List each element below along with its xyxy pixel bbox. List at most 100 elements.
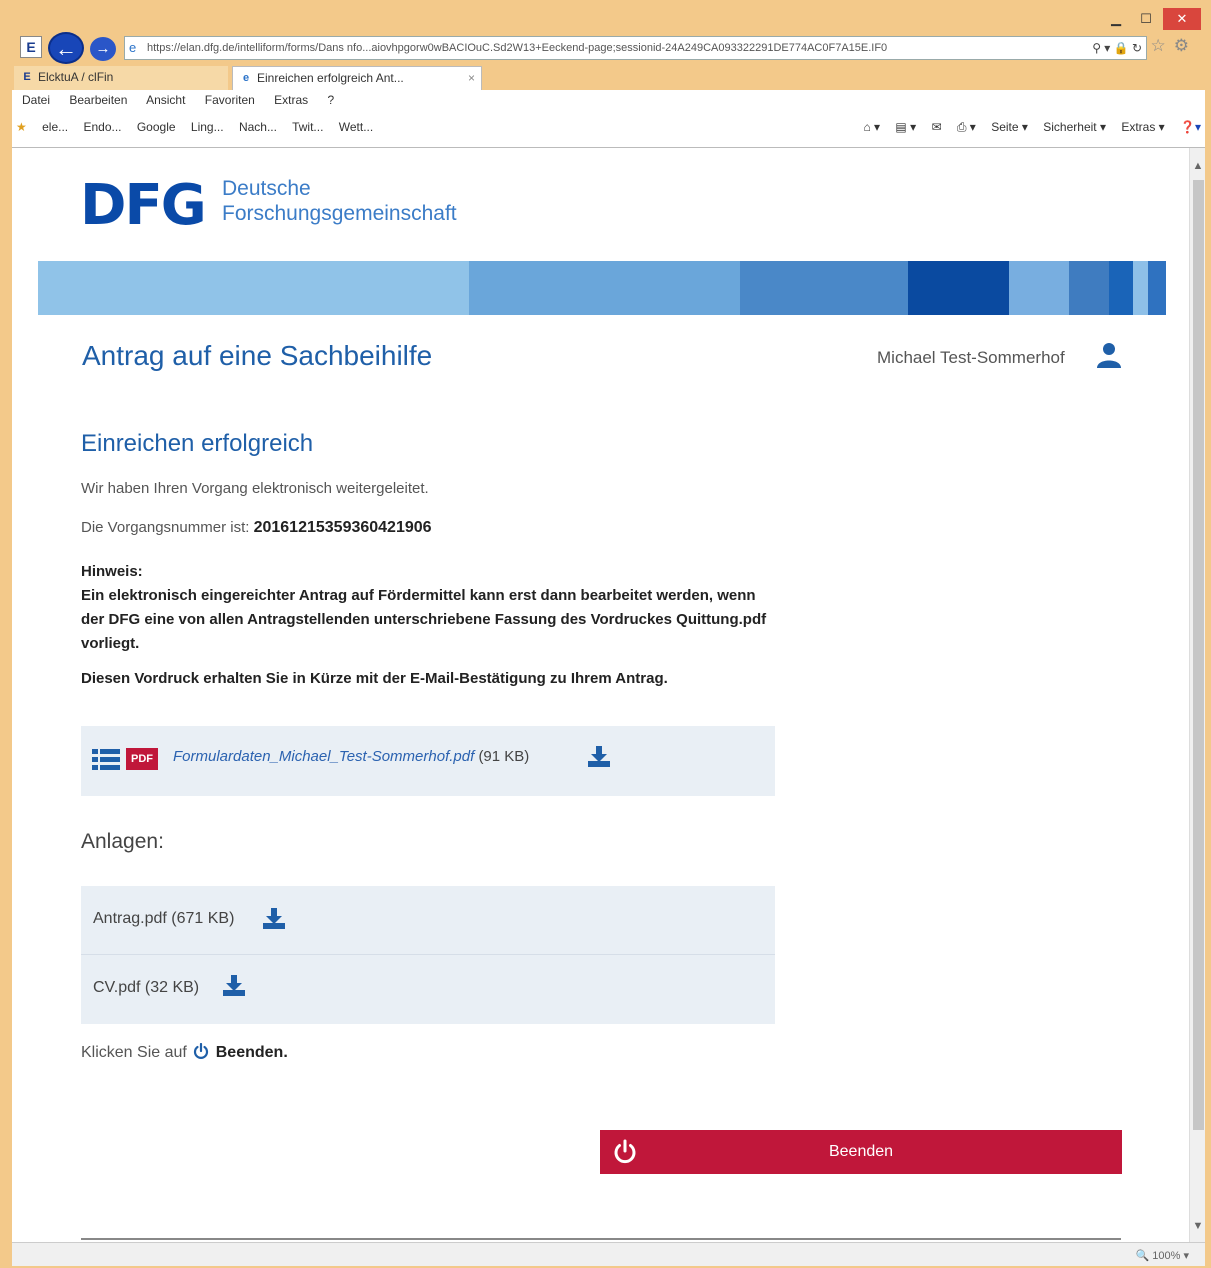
favorite-link[interactable]: Wett... bbox=[339, 120, 373, 134]
feeds-icon[interactable]: ▤ ▾ bbox=[895, 120, 916, 134]
org-name-line2: Forschungsgemeinschaft bbox=[222, 202, 457, 225]
form-data-file-name[interactable]: Formulardaten_Michael_Test-Sommerhof.pdf bbox=[173, 748, 474, 765]
ie-page-icon: e bbox=[129, 40, 137, 55]
vorgang-number: 20161215359360421906 bbox=[253, 519, 432, 536]
tab-ie-icon: e bbox=[242, 72, 250, 84]
form-data-file-link[interactable]: Formulardaten_Michael_Test-Sommerhof.pdf… bbox=[173, 748, 529, 765]
forwarded-message: Wir haben Ihren Vorgang elektronisch wei… bbox=[81, 480, 429, 497]
instruction-action: Beenden. bbox=[215, 1044, 288, 1061]
status-bar: 🔍 100% ▾ bbox=[12, 1242, 1205, 1266]
vorgang-label: Die Vorgangsnummer ist: bbox=[81, 519, 250, 536]
hint-text: Ein elektronisch eingereichter Antrag au… bbox=[81, 587, 767, 652]
menu-seite[interactable]: Seite ▾ bbox=[991, 120, 1028, 134]
tab-close-icon[interactable]: × bbox=[468, 67, 475, 89]
menu-bar: Datei Bearbeiten Ansicht Favoriten Extra… bbox=[22, 93, 350, 107]
hint-block: Hinweis: Ein elektronisch eingereichter … bbox=[81, 560, 781, 656]
zoom-level[interactable]: 🔍 100% ▾ bbox=[1136, 1249, 1189, 1262]
print-icon[interactable]: ⎙ ▾ bbox=[957, 120, 976, 134]
minimize-button[interactable]: ▁ bbox=[1101, 8, 1131, 30]
menu-extras[interactable]: Extras ▾ bbox=[1121, 120, 1164, 134]
favorite-link[interactable]: Ling... bbox=[191, 120, 224, 134]
menu-item-favoriten[interactable]: Favoriten bbox=[205, 93, 255, 107]
zoom-value: 100% bbox=[1152, 1250, 1181, 1262]
help-icon[interactable]: ❓▾ bbox=[1180, 120, 1201, 134]
list-item: CV.pdf (32 KB) bbox=[81, 954, 775, 1022]
favorite-link[interactable]: Nach... bbox=[239, 120, 277, 134]
tab-row: E ElcktuA / clFin e Einreichen erfolgrei… bbox=[10, 64, 1205, 90]
menu-item-datei[interactable]: Datei bbox=[22, 93, 50, 107]
org-name: Deutsche Forschungsgemeinschaft bbox=[222, 176, 457, 226]
list-item: Antrag.pdf (671 KB) bbox=[81, 886, 775, 954]
stripe-segment bbox=[740, 261, 908, 315]
menu-item-help[interactable]: ? bbox=[328, 93, 335, 107]
favorites-settings-icons[interactable]: ☆⚙ bbox=[1151, 36, 1197, 56]
scroll-down-icon[interactable]: ▼ bbox=[1190, 1220, 1206, 1232]
vertical-scrollbar[interactable]: ▲ ▼ bbox=[1189, 148, 1205, 1242]
tab-active[interactable]: e Einreichen erfolgreich Ant... × bbox=[232, 66, 482, 90]
scroll-thumb[interactable] bbox=[1193, 180, 1204, 1130]
stripe-segment bbox=[1109, 261, 1133, 315]
stripe-segment bbox=[908, 261, 1009, 315]
download-icon[interactable] bbox=[587, 746, 611, 768]
favorites-star-icon[interactable]: ★ bbox=[16, 120, 27, 134]
menu-sicherheit[interactable]: Sicherheit ▾ bbox=[1043, 120, 1106, 134]
attachment-label: CV.pdf (32 KB) bbox=[93, 979, 200, 996]
finish-button[interactable]: Beenden bbox=[600, 1130, 1122, 1174]
favorite-link[interactable]: Twit... bbox=[292, 120, 323, 134]
power-icon bbox=[194, 1043, 209, 1059]
zoom-icon: 🔍 bbox=[1135, 1250, 1150, 1262]
attachment-label: Antrag.pdf (671 KB) bbox=[93, 910, 235, 927]
back-arrow-icon[interactable]: ← bbox=[48, 32, 84, 64]
org-name-line1: Deutsche bbox=[222, 177, 311, 200]
address-bar[interactable]: e https://elan.dfg.de/intelliform/forms/… bbox=[124, 36, 1147, 60]
url-text: https://elan.dfg.de/intelliform/forms/Da… bbox=[147, 42, 888, 54]
user-name: Michael Test-Sommerhof bbox=[877, 348, 1065, 367]
stripe-segment bbox=[38, 261, 469, 315]
forward-arrow-icon[interactable]: → bbox=[90, 37, 116, 61]
menu-item-extras[interactable]: Extras bbox=[274, 93, 308, 107]
hint-label: Hinweis: bbox=[81, 563, 143, 580]
page-viewport: DFG Deutsche Forschungsgemeinschaft Antr… bbox=[12, 148, 1189, 1242]
header-color-stripe bbox=[38, 261, 1166, 315]
stripe-segment bbox=[1133, 261, 1148, 315]
pdf-badge-icon: PDF bbox=[126, 748, 158, 770]
form-data-file-size: (91 KB) bbox=[478, 748, 530, 765]
finish-button-label: Beenden bbox=[828, 1143, 894, 1160]
favorites-bar: ★ ele... Endo... Google Ling... Nach... … bbox=[16, 120, 1201, 142]
stripe-segment bbox=[1148, 261, 1166, 315]
app-logo-icon: E bbox=[20, 36, 42, 58]
success-title: Einreichen erfolgreich bbox=[81, 430, 314, 457]
address-row: E ← → e https://elan.dfg.de/intelliform/… bbox=[10, 32, 1205, 64]
vorgang-line: Die Vorgangsnummer ist: 2016121535936042… bbox=[81, 519, 432, 537]
maximize-button[interactable]: ☐ bbox=[1131, 8, 1161, 30]
favorite-link[interactable]: Google bbox=[137, 120, 176, 134]
attachments-title: Anlagen: bbox=[81, 830, 164, 853]
mail-icon[interactable]: ✉ bbox=[931, 120, 941, 134]
home-icon[interactable]: ⌂ ▾ bbox=[863, 120, 880, 134]
scroll-up-icon[interactable]: ▲ bbox=[1190, 160, 1206, 172]
download-icon[interactable] bbox=[262, 908, 286, 930]
favorite-link[interactable]: ele... bbox=[42, 120, 68, 134]
tab-e-icon: E bbox=[23, 71, 31, 83]
tab-elan[interactable]: E ElcktuA / clFin bbox=[14, 66, 228, 90]
close-window-button[interactable]: ✕ bbox=[1163, 8, 1201, 30]
stripe-segment bbox=[1009, 261, 1069, 315]
hint-text-email: Diesen Vordruck erhalten Sie in Kürze mi… bbox=[81, 670, 668, 687]
download-icon[interactable] bbox=[222, 975, 246, 997]
user-icon[interactable] bbox=[1096, 342, 1122, 368]
tab-label: Einreichen erfolgreich Ant... bbox=[257, 71, 404, 85]
tab-label: ElcktuA / clFin bbox=[38, 70, 114, 84]
stripe-segment bbox=[469, 261, 740, 315]
address-tools-icons[interactable]: ⚲ ▾ 🔒 ↻ bbox=[1086, 37, 1142, 59]
menu-item-bearbeiten[interactable]: Bearbeiten bbox=[69, 93, 127, 107]
menu-item-ansicht[interactable]: Ansicht bbox=[146, 93, 185, 107]
stripe-segment bbox=[1069, 261, 1109, 315]
divider bbox=[81, 1238, 1121, 1240]
page-title: Antrag auf eine Sachbeihilfe bbox=[82, 340, 433, 371]
title-bar: ▁ ☐ ✕ bbox=[10, 6, 1203, 34]
dfg-logo[interactable]: DFG bbox=[80, 178, 207, 234]
finish-instruction: Klicken Sie auf Beenden. bbox=[81, 1043, 288, 1062]
command-bar: ⌂ ▾ ▤ ▾ ✉ ⎙ ▾ Seite ▾ Sicherheit ▾ Extra… bbox=[851, 120, 1201, 135]
form-data-file-box: PDF Formulardaten_Michael_Test-Sommerhof… bbox=[81, 726, 775, 796]
favorite-link[interactable]: Endo... bbox=[83, 120, 121, 134]
